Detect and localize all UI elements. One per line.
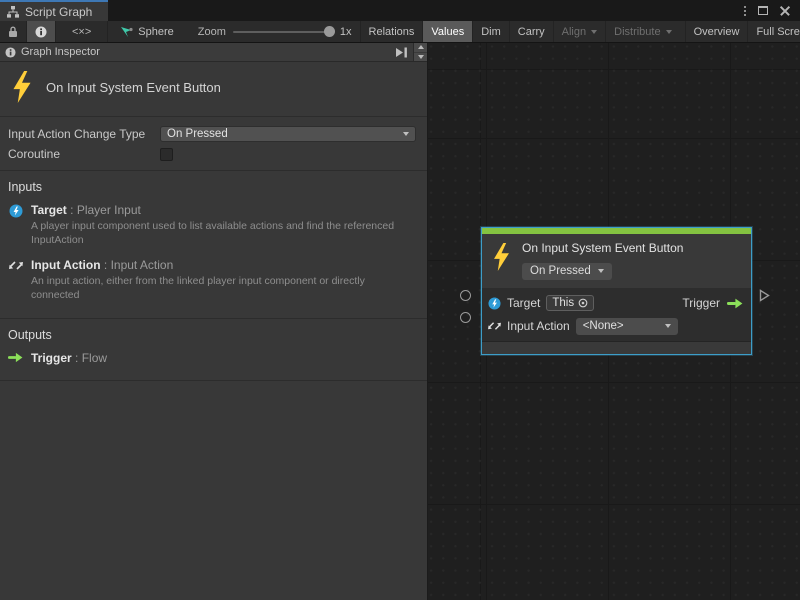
trigger-output-port[interactable] bbox=[759, 289, 770, 307]
outputs-section: Outputs Trigger : Flow bbox=[0, 319, 427, 381]
port-description: A player input component used to list av… bbox=[31, 220, 415, 247]
target-object-field[interactable]: This bbox=[546, 295, 594, 311]
input-action-input-port[interactable] bbox=[460, 312, 471, 323]
input-port-input-action: Input Action : Input Action An input act… bbox=[0, 258, 427, 313]
toolbar-button-dim[interactable]: Dim bbox=[472, 21, 509, 42]
inputs-header: Inputs bbox=[0, 177, 427, 203]
scroll-up-button[interactable] bbox=[414, 43, 427, 52]
node-row-input-action: Input Action <None> bbox=[488, 317, 743, 336]
info-icon bbox=[35, 26, 47, 38]
tab-bar: Script Graph bbox=[0, 0, 800, 21]
change-type-dropdown[interactable]: On Pressed bbox=[160, 126, 416, 142]
lock-button[interactable] bbox=[0, 21, 27, 42]
unit-title: On Input System Event Button bbox=[46, 80, 221, 95]
chevron-down-icon bbox=[591, 30, 597, 34]
node-row-target: Target This Trigger bbox=[488, 294, 743, 313]
zoom-slider[interactable] bbox=[233, 31, 333, 33]
input-action-icon bbox=[488, 320, 501, 332]
graph-canvas[interactable]: On Input System Event Button On Pressed bbox=[428, 43, 800, 600]
input-action-dropdown[interactable]: <None> bbox=[576, 318, 678, 335]
graph-hierarchy-icon bbox=[7, 6, 19, 18]
field-coroutine: Coroutine bbox=[0, 144, 427, 164]
player-input-icon bbox=[488, 297, 501, 310]
panel-scroll-spinner bbox=[413, 43, 427, 61]
toolbar-button-values[interactable]: Values bbox=[422, 21, 472, 42]
port-label: Target bbox=[507, 296, 540, 310]
node-title: On Input System Event Button bbox=[522, 241, 683, 255]
inputs-section: Inputs Target : Player Input A player in… bbox=[0, 171, 427, 319]
inspector-toggle-button[interactable] bbox=[27, 21, 56, 42]
coroutine-checkbox[interactable] bbox=[160, 148, 173, 161]
trigger-output-label-group: Trigger bbox=[682, 296, 743, 310]
field-input-action-change-type: Input Action Change Type On Pressed bbox=[0, 124, 427, 144]
chevron-down-icon bbox=[666, 30, 672, 34]
graph-toolbar: <×> Sphere Zoom 1x Relations Values Dim … bbox=[0, 21, 800, 43]
triangle-down-icon bbox=[418, 55, 424, 59]
chevron-down-icon bbox=[598, 269, 604, 273]
unit-title-block: On Input System Event Button bbox=[0, 62, 427, 117]
port-description: An input action, either from the linked … bbox=[31, 275, 415, 302]
event-node-on-input-system-event-button[interactable]: On Input System Event Button On Pressed bbox=[481, 227, 752, 355]
port-label: Input Action bbox=[507, 319, 570, 333]
dock-right-icon bbox=[395, 47, 408, 58]
zoom-label: Zoom bbox=[198, 26, 226, 38]
object-picker-icon bbox=[578, 298, 588, 308]
toolbar-toggles: Relations Values Dim Carry Align Distrib… bbox=[360, 21, 800, 42]
outputs-header: Outputs bbox=[0, 325, 427, 351]
toolbar-button-distribute[interactable]: Distribute bbox=[605, 21, 679, 42]
port-label: Trigger bbox=[682, 296, 720, 310]
node-header[interactable]: On Input System Event Button On Pressed bbox=[482, 234, 751, 288]
zoom-value: 1x bbox=[340, 26, 352, 38]
chevron-down-icon bbox=[403, 132, 409, 136]
zoom-slider-handle[interactable] bbox=[324, 26, 335, 37]
script-graph-window: Script Graph <×> bbox=[0, 0, 800, 600]
lightning-bolt-icon bbox=[492, 243, 511, 271]
lock-icon bbox=[8, 26, 18, 38]
window-controls bbox=[744, 0, 800, 21]
inspector-title: Graph Inspector bbox=[21, 46, 100, 58]
toolbar-button-relations[interactable]: Relations bbox=[360, 21, 423, 42]
toolbar-button-fullscreen[interactable]: Full Screen bbox=[747, 21, 800, 42]
chevron-down-icon bbox=[665, 324, 671, 328]
toolbar-button-align[interactable]: Align bbox=[553, 21, 605, 42]
graph-inspector-panel: Graph Inspector bbox=[0, 43, 428, 600]
graph-object-reference[interactable]: Sphere bbox=[108, 21, 183, 42]
graph-pointer-icon bbox=[120, 26, 133, 38]
scroll-down-button[interactable] bbox=[414, 52, 427, 62]
zoom-control: Zoom 1x bbox=[184, 21, 360, 42]
event-mode-dropdown[interactable]: On Pressed bbox=[522, 263, 612, 280]
object-name-label: Sphere bbox=[138, 26, 173, 38]
info-icon bbox=[5, 47, 16, 58]
tab-label: Script Graph bbox=[25, 5, 92, 19]
field-label: Input Action Change Type bbox=[8, 127, 160, 141]
flow-arrow-icon bbox=[727, 298, 743, 309]
inspector-empty-area bbox=[0, 381, 427, 600]
input-port-target: Target : Player Input A player input com… bbox=[0, 203, 427, 258]
tab-script-graph[interactable]: Script Graph bbox=[0, 0, 108, 21]
window-menu-icon[interactable] bbox=[744, 6, 746, 16]
flow-arrow-icon bbox=[8, 352, 23, 363]
target-input-port[interactable] bbox=[460, 290, 471, 301]
code-brackets-icon: <×> bbox=[72, 26, 91, 38]
input-action-icon bbox=[8, 259, 23, 272]
toolbar-button-overview[interactable]: Overview bbox=[685, 21, 748, 42]
close-icon[interactable] bbox=[780, 6, 790, 16]
graph-inspector-header: Graph Inspector bbox=[0, 43, 427, 62]
triangle-up-icon bbox=[418, 45, 424, 49]
node-footer bbox=[482, 341, 751, 354]
dock-panel-button[interactable] bbox=[390, 43, 413, 61]
field-label: Coroutine bbox=[8, 147, 160, 161]
variables-toggle-button[interactable]: <×> bbox=[56, 21, 108, 42]
output-port-trigger: Trigger : Flow bbox=[0, 351, 427, 376]
toolbar-button-carry[interactable]: Carry bbox=[509, 21, 553, 42]
lightning-bolt-icon bbox=[11, 71, 33, 103]
maximize-icon[interactable] bbox=[758, 6, 768, 15]
unit-settings: Input Action Change Type On Pressed Coro… bbox=[0, 117, 427, 171]
node-body: Target This Trigger bbox=[482, 288, 751, 341]
player-input-icon bbox=[8, 204, 23, 218]
